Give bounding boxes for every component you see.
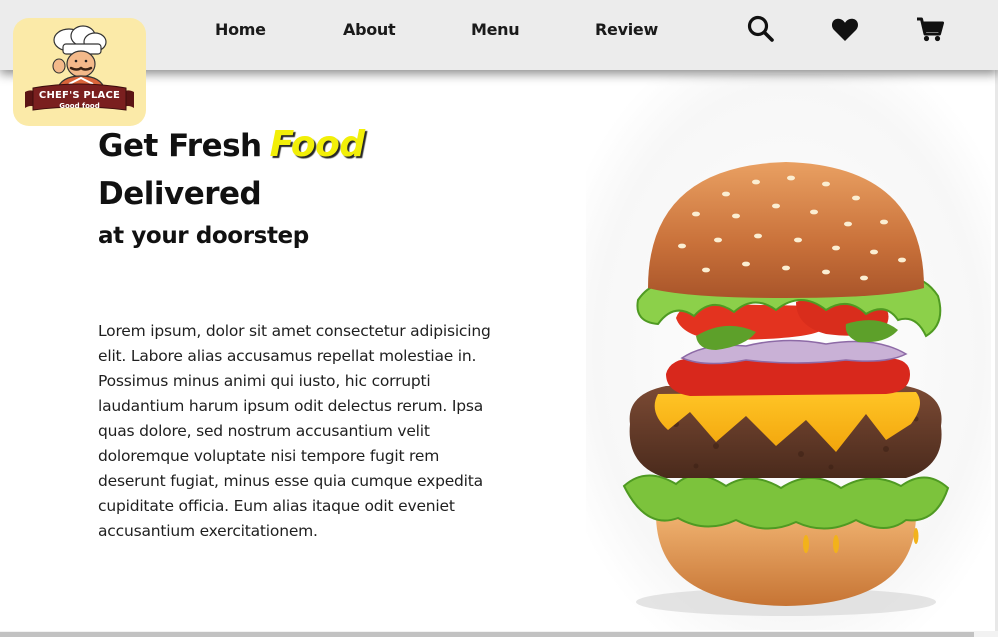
burger-image [586, 74, 991, 630]
brand-tagline: Good food [59, 102, 100, 110]
hero-title-line2: Delivered [98, 176, 262, 212]
horizontal-scrollbar[interactable] [0, 631, 998, 637]
hero-title: Get Fresh Food [98, 124, 365, 165]
heart-icon[interactable] [830, 14, 860, 44]
horizontal-scrollbar-thumb[interactable] [0, 632, 974, 637]
hero-subtitle: at your doorstep [98, 223, 309, 249]
nav-link-home[interactable]: Home [215, 20, 266, 39]
search-icon[interactable] [746, 14, 776, 44]
cart-icon[interactable] [915, 14, 945, 44]
nav-link-about[interactable]: About [343, 20, 396, 39]
hero-description: Lorem ipsum, dolor sit amet consectetur … [98, 322, 491, 540]
page: Home About Menu Review CHEF'S PLACE Good… [0, 0, 998, 637]
brand-logo[interactable]: CHEF'S PLACE Good food [13, 18, 146, 126]
nav-link-menu[interactable]: Menu [471, 20, 520, 39]
hero-title-highlight: Food [269, 124, 366, 165]
brand-name: CHEF'S PLACE [38, 90, 121, 101]
nav-link-review[interactable]: Review [595, 20, 658, 39]
hero-title-prefix: Get Fresh [98, 128, 262, 164]
navbar: Home About Menu Review [0, 0, 998, 70]
